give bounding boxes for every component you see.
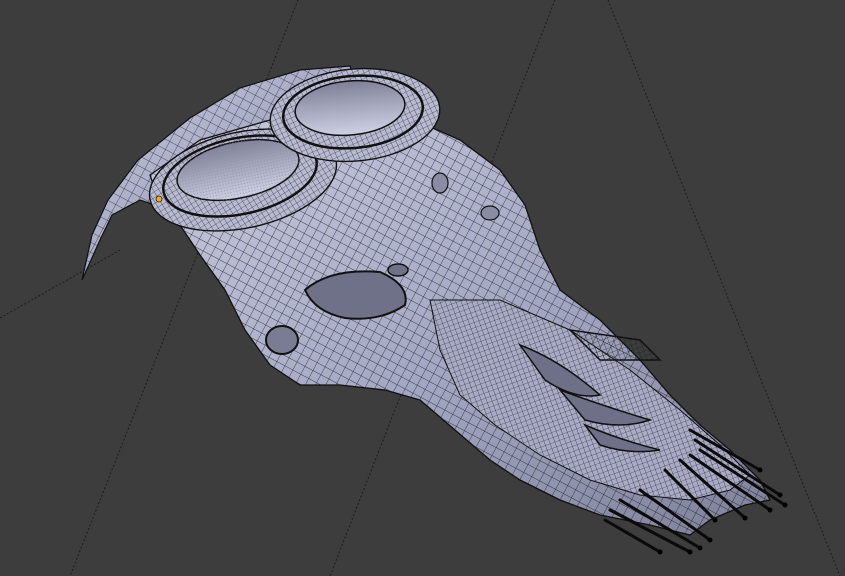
active-vertex[interactable] xyxy=(155,195,163,203)
skull-mesh[interactable] xyxy=(81,62,788,555)
viewport-canvas[interactable] xyxy=(0,0,845,576)
3d-viewport[interactable] xyxy=(0,0,845,576)
